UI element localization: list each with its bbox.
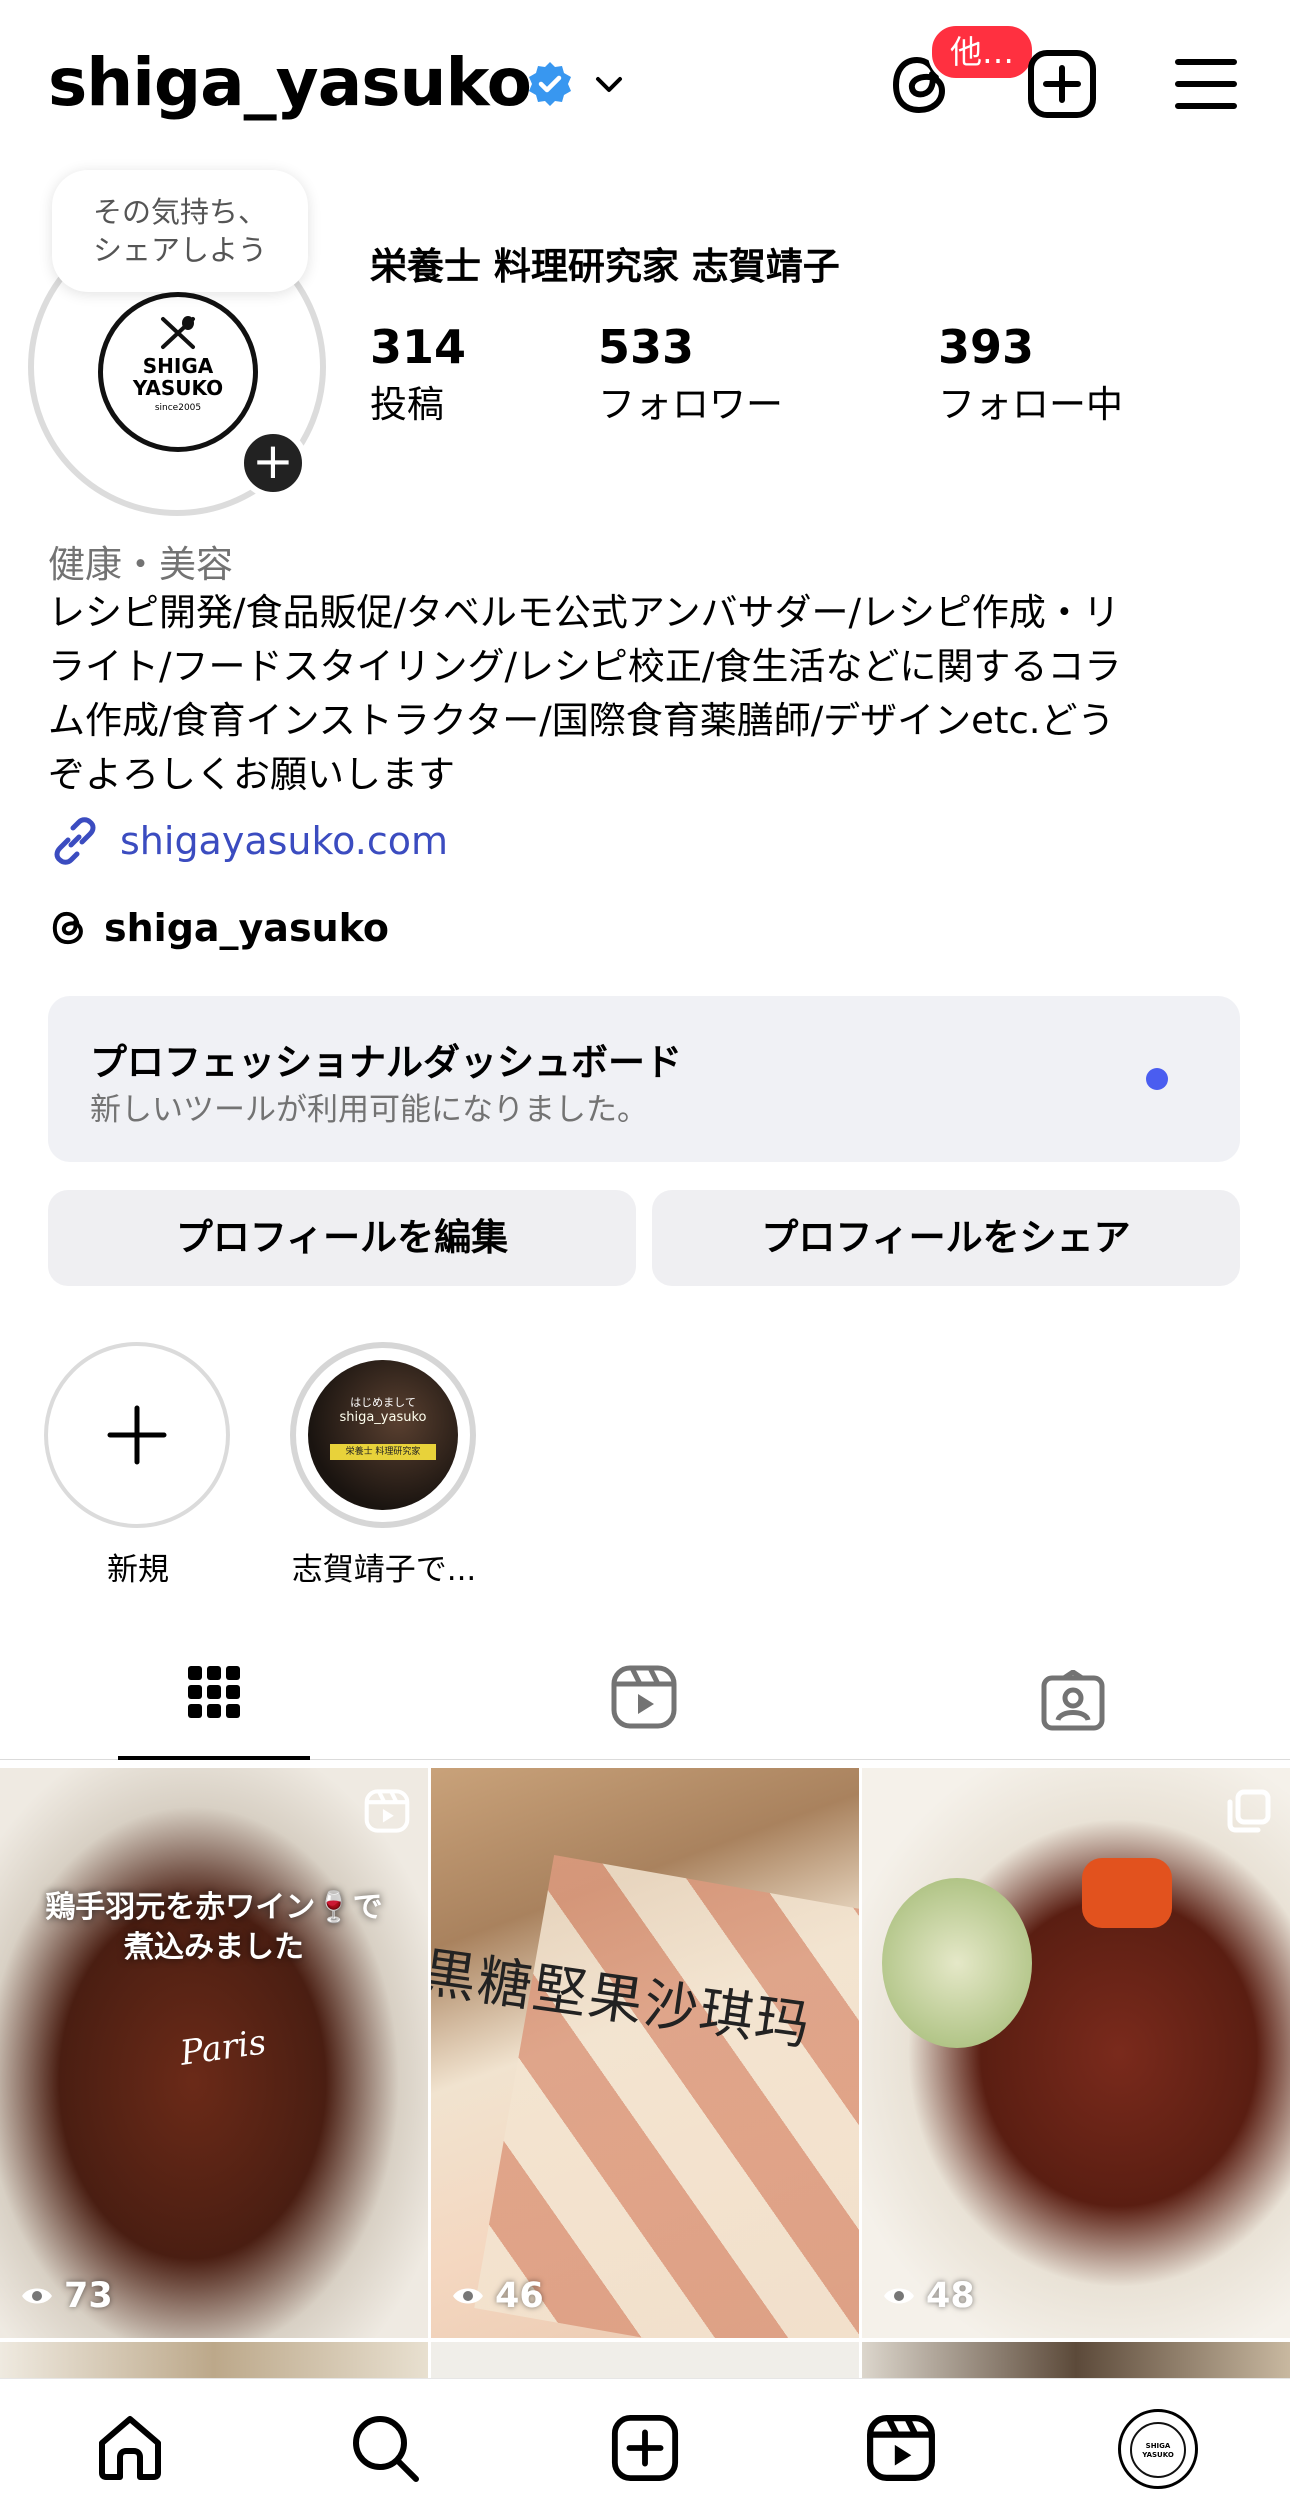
view-count: 73 <box>20 2276 113 2316</box>
reels-icon[interactable] <box>866 2413 936 2483</box>
add-story-button[interactable]: + <box>238 428 308 498</box>
view-count: 46 <box>451 2276 544 2316</box>
bottom-navigation: SHIGA YASUKO <box>0 2378 1290 2515</box>
post-overlay-title: 鶏手羽元を赤ワイン🍷で 煮込みました <box>0 1888 428 1968</box>
post-tile[interactable]: 鶏手羽元を赤ワイン🍷で 煮込みました Paris 73 <box>0 1768 428 2338</box>
link-icon <box>54 817 96 865</box>
post-tile[interactable] <box>431 2342 859 2382</box>
profile-tab-logo: SHIGA YASUKO <box>1130 2422 1186 2478</box>
profile-username[interactable]: shiga_yasuko <box>48 44 532 121</box>
notification-badge[interactable]: 他… <box>928 22 1037 82</box>
create-post-icon[interactable] <box>1026 48 1098 120</box>
stat-followers-value: 533 <box>598 320 695 374</box>
tagged-tab-icon[interactable] <box>1040 1670 1106 1732</box>
stat-posts[interactable]: 314 投稿 <box>370 320 466 428</box>
post-tile[interactable] <box>862 2342 1290 2382</box>
home-icon[interactable] <box>94 2411 166 2483</box>
post-overlay-line: 鶏手羽元を赤ワイン🍷で <box>45 1890 383 1925</box>
highlight-label: 志賀靖子で... <box>291 1552 477 1588</box>
highlight-item[interactable]: はじめまして shiga_yasuko 栄養士 料理研究家 <box>290 1342 476 1528</box>
stat-posts-value: 314 <box>370 320 467 374</box>
display-name: 栄養士 料理研究家 志賀靖子 <box>370 245 840 288</box>
eye-icon <box>884 2288 914 2304</box>
package-pattern <box>474 1855 859 2338</box>
grid-tab-icon[interactable] <box>186 1664 242 1720</box>
post-overlay-line: 煮込みました <box>124 1930 304 1965</box>
profile-category: 健康・美容 <box>48 543 233 586</box>
profile-tab-text-2: YASUKO <box>1142 2451 1174 2459</box>
profile-link-text[interactable]: shigayasuko.com <box>120 819 448 863</box>
threads-icon <box>52 911 83 945</box>
chevron-down-icon[interactable] <box>592 68 626 102</box>
view-count: 48 <box>882 2276 975 2316</box>
profile-bio: レシピ開発/食品販促/タベルモ公式アンバサダー/レシピ作成・リ ライト/フードス… <box>48 586 1248 802</box>
stat-following-value: 393 <box>938 320 1035 374</box>
threads-handle: shiga_yasuko <box>104 906 389 950</box>
stat-following[interactable]: 393 フォロー中 <box>938 320 1123 428</box>
bio-line: ム作成/食育インストラクター/国際食育薬膳師/デザインetc.どう <box>48 699 1115 742</box>
plate-script: Paris <box>177 2022 269 2074</box>
note-line-1: その気持ち、 <box>92 195 267 229</box>
note-bubble[interactable]: その気持ち、 シェアしよう <box>52 170 308 292</box>
highlight-cover-text-3: 栄養士 料理研究家 <box>330 1444 436 1460</box>
highlight-cover-text-2: shiga_yasuko <box>339 1410 427 1425</box>
bio-line: レシピ開発/食品販促/タベルモ公式アンバサダー/レシピ作成・リ <box>48 591 1120 634</box>
post-tile[interactable]: 黒糖堅果沙琪玛 46 <box>431 1768 859 2338</box>
profile-tab-avatar[interactable]: SHIGA YASUKO <box>1118 2409 1198 2489</box>
share-profile-button[interactable]: プロフィールをシェア <box>652 1190 1240 1286</box>
highlight-label-new: 新規 <box>107 1552 169 1588</box>
dashboard-subtitle: 新しいツールが利用可能になりました。 <box>90 1092 648 1128</box>
reel-indicator-icon <box>364 1789 410 1833</box>
post-tile[interactable] <box>0 2342 428 2382</box>
highlight-cover-text-1: はじめまして <box>350 1396 416 1409</box>
reels-tab-icon[interactable] <box>610 1664 678 1730</box>
stat-posts-label: 投稿 <box>370 383 444 426</box>
view-count-value: 46 <box>495 2276 544 2316</box>
edit-profile-button[interactable]: プロフィールを編集 <box>48 1190 636 1286</box>
vegetable-decoration <box>882 1878 1032 2048</box>
view-count-value: 73 <box>64 2276 113 2316</box>
note-line-2: シェアしよう <box>92 233 267 267</box>
menu-icon[interactable] <box>1174 54 1238 114</box>
verified-badge-icon <box>529 62 571 106</box>
eye-icon <box>22 2288 52 2304</box>
view-count-value: 48 <box>926 2276 975 2316</box>
new-highlight-button[interactable] <box>44 1342 230 1528</box>
stat-followers-label: フォロワー <box>598 383 783 426</box>
avatar-text-2: YASUKO <box>132 376 224 400</box>
search-icon[interactable] <box>350 2413 420 2483</box>
stat-following-label: フォロー中 <box>938 383 1123 426</box>
threads-profile-link[interactable]: shiga_yasuko <box>48 906 389 950</box>
fork-spoon-icon <box>161 316 195 349</box>
active-tab-indicator <box>118 1756 310 1760</box>
highlight-cover: はじめまして shiga_yasuko 栄養士 料理研究家 <box>308 1360 458 1510</box>
avatar-logo: SHIGA YASUKO since2005 <box>98 292 258 452</box>
plus-icon <box>107 1405 167 1465</box>
profile-link[interactable]: shigayasuko.com <box>48 814 448 868</box>
bio-line: ぞよろしくお願いします <box>48 753 455 796</box>
profile-tab-text-1: SHIGA <box>1145 2442 1171 2450</box>
avatar-text-1: SHIGA <box>142 354 214 378</box>
post-tile[interactable]: 48 <box>862 1768 1290 2338</box>
carousel-indicator-icon <box>1227 1789 1271 1833</box>
avatar-text-3: since2005 <box>154 403 202 413</box>
carrot-decoration <box>1082 1858 1172 1928</box>
stat-followers[interactable]: 533 フォロワー <box>598 320 783 428</box>
create-icon[interactable] <box>610 2413 680 2483</box>
unread-dot <box>1146 1068 1168 1090</box>
dashboard-title: プロフェッショナルダッシュボード <box>90 1041 682 1084</box>
bio-line: ライト/フードスタイリング/レシピ校正/食生活などに関するコラ <box>48 645 1122 688</box>
eye-icon <box>453 2288 483 2304</box>
